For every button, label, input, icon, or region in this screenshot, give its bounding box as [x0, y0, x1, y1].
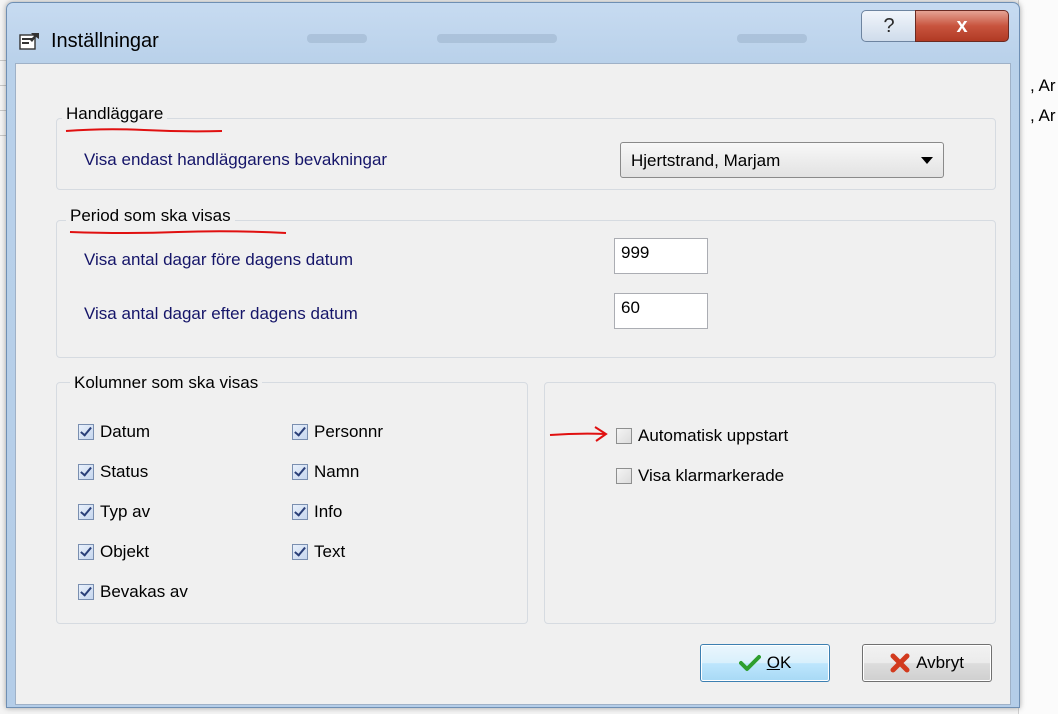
- checkbox-checked-icon[interactable]: [78, 544, 94, 560]
- options-group: [544, 382, 996, 624]
- window-title: Inställningar: [51, 30, 159, 52]
- background-row-text: , Ar: [1030, 106, 1056, 125]
- checkbox-visa-klarmarkerade[interactable]: Visa klarmarkerade: [616, 466, 784, 486]
- checkbox-checked-icon[interactable]: [292, 504, 308, 520]
- checkbox-typ-av[interactable]: Typ av: [78, 502, 150, 522]
- close-button[interactable]: x: [915, 10, 1009, 42]
- handlaggare-group-label: Handläggare: [62, 104, 168, 124]
- checkbox-label: Info: [314, 502, 343, 521]
- checkbox-label: Objekt: [100, 542, 150, 561]
- settings-window-icon: [19, 33, 39, 50]
- checkbox-unchecked-icon[interactable]: [616, 428, 632, 444]
- handlaggare-select[interactable]: Hjertstrand, Marjam: [620, 142, 944, 178]
- checkbox-label: Namn: [314, 462, 360, 481]
- checkbox-status[interactable]: Status: [78, 462, 148, 482]
- checkbox-label: Status: [100, 462, 149, 481]
- checkbox-label: Automatisk uppstart: [638, 426, 789, 445]
- settings-dialog: Inställningar ? x Handläggare Visa endas…: [6, 2, 1020, 708]
- checkbox-automatisk-uppstart[interactable]: Automatisk uppstart: [616, 426, 788, 446]
- background-blur: [737, 34, 807, 43]
- chevron-down-icon[interactable]: [921, 157, 933, 164]
- checkbox-info[interactable]: Info: [292, 502, 342, 522]
- days-before-input[interactable]: 999: [614, 238, 708, 274]
- period-group: [56, 220, 996, 358]
- ok-button-label: OK: [766, 653, 792, 672]
- x-mark-icon: [890, 653, 910, 673]
- days-before-label: Visa antal dagar före dagens datum: [84, 250, 354, 269]
- checkbox-label: Datum: [100, 422, 151, 441]
- checkbox-checked-icon[interactable]: [78, 464, 94, 480]
- ok-button[interactable]: OK: [700, 644, 830, 682]
- checkmark-icon: [738, 655, 761, 671]
- checkbox-checked-icon[interactable]: [78, 584, 94, 600]
- dialog-content: Handläggare Visa endast handläggarens be…: [15, 63, 1011, 705]
- checkbox-label: Typ av: [100, 502, 151, 521]
- checkbox-label: Personnr: [314, 422, 383, 441]
- handlaggare-label: Visa endast handläggarens bevakningar: [84, 150, 388, 169]
- checkbox-objekt[interactable]: Objekt: [78, 542, 149, 562]
- columns-group-label: Kolumner som ska visas: [70, 373, 263, 393]
- days-after-input[interactable]: 60: [614, 293, 708, 329]
- cancel-button[interactable]: Avbryt: [862, 644, 992, 682]
- checkbox-label: Text: [314, 542, 346, 561]
- checkbox-label: Bevakas av: [100, 582, 188, 601]
- checkbox-personnr[interactable]: Personnr: [292, 422, 383, 442]
- checkbox-label: Visa klarmarkerade: [638, 466, 785, 485]
- checkbox-unchecked-icon[interactable]: [616, 468, 632, 484]
- annotation-underline: [69, 230, 287, 234]
- days-after-label: Visa antal dagar efter dagens datum: [84, 304, 358, 323]
- checkbox-checked-icon[interactable]: [292, 424, 308, 440]
- background-blur: [437, 34, 557, 43]
- checkbox-checked-icon[interactable]: [78, 424, 94, 440]
- checkbox-bevakas-av[interactable]: Bevakas av: [78, 582, 188, 602]
- cancel-button-label: Avbryt: [916, 653, 964, 672]
- checkbox-checked-icon[interactable]: [78, 504, 94, 520]
- checkbox-datum[interactable]: Datum: [78, 422, 150, 442]
- checkbox-text[interactable]: Text: [292, 542, 345, 562]
- background-row-text: , Ar: [1030, 76, 1056, 95]
- annotation-arrow: [549, 426, 608, 442]
- checkbox-checked-icon[interactable]: [292, 464, 308, 480]
- checkbox-checked-icon[interactable]: [292, 544, 308, 560]
- handlaggare-select-value: Hjertstrand, Marjam: [631, 151, 781, 170]
- period-group-label: Period som ska visas: [66, 206, 235, 226]
- annotation-underline: [65, 128, 223, 133]
- checkbox-namn[interactable]: Namn: [292, 462, 359, 482]
- background-blur: [307, 34, 367, 43]
- help-button[interactable]: ?: [861, 10, 917, 42]
